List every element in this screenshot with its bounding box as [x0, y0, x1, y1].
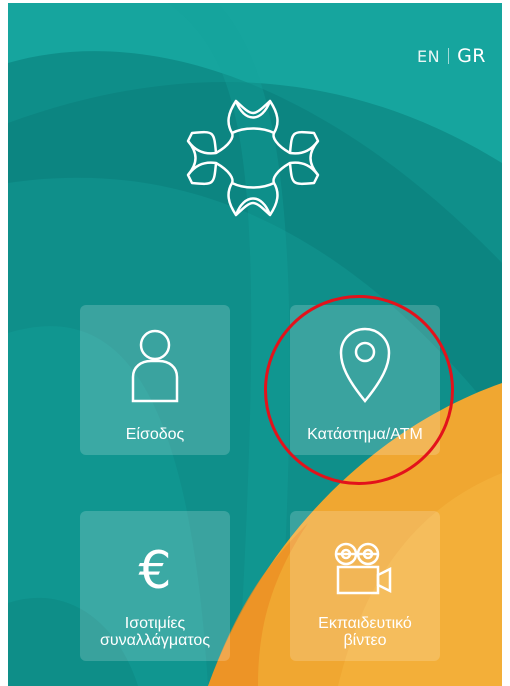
- map-pin-icon: [290, 325, 440, 405]
- screen: EN GR Είσοδος Κατάστημα/ΑΤΜ € Ισοτιμίες …: [0, 0, 510, 686]
- person-icon: [80, 325, 230, 405]
- language-en-button[interactable]: EN: [417, 47, 440, 66]
- fx-rates-label-line1: Ισοτιμίες: [124, 615, 186, 632]
- video-camera-icon: [290, 531, 440, 611]
- store-atm-tile[interactable]: Κατάστημα/ΑΤΜ: [290, 305, 440, 455]
- app-home-screen: EN GR Είσοδος Κατάστημα/ΑΤΜ € Ισοτιμίες …: [8, 3, 502, 686]
- fx-rates-label: Ισοτιμίες συναλλάγματος: [100, 615, 210, 649]
- login-tile[interactable]: Είσοδος: [80, 305, 230, 455]
- euro-symbol: €: [138, 541, 172, 601]
- store-atm-label: Κατάστημα/ΑΤΜ: [307, 426, 423, 443]
- fx-rates-label-line2: συναλλάγματος: [99, 632, 211, 649]
- video-tile[interactable]: Εκπαιδευτικό βίντεο: [290, 511, 440, 661]
- bank-logo-icon: [186, 99, 320, 217]
- video-label: Εκπαιδευτικό βίντεο: [318, 615, 412, 649]
- fx-rates-tile[interactable]: € Ισοτιμίες συναλλάγματος: [80, 511, 230, 661]
- login-label: Είσοδος: [125, 426, 185, 443]
- language-switch: EN GR: [417, 45, 486, 67]
- video-label-line2: βίντεο: [343, 632, 387, 649]
- language-separator: [448, 48, 450, 64]
- language-gr-button[interactable]: GR: [457, 45, 486, 67]
- video-label-line1: Εκπαιδευτικό: [318, 615, 412, 632]
- euro-icon: €: [80, 531, 230, 611]
